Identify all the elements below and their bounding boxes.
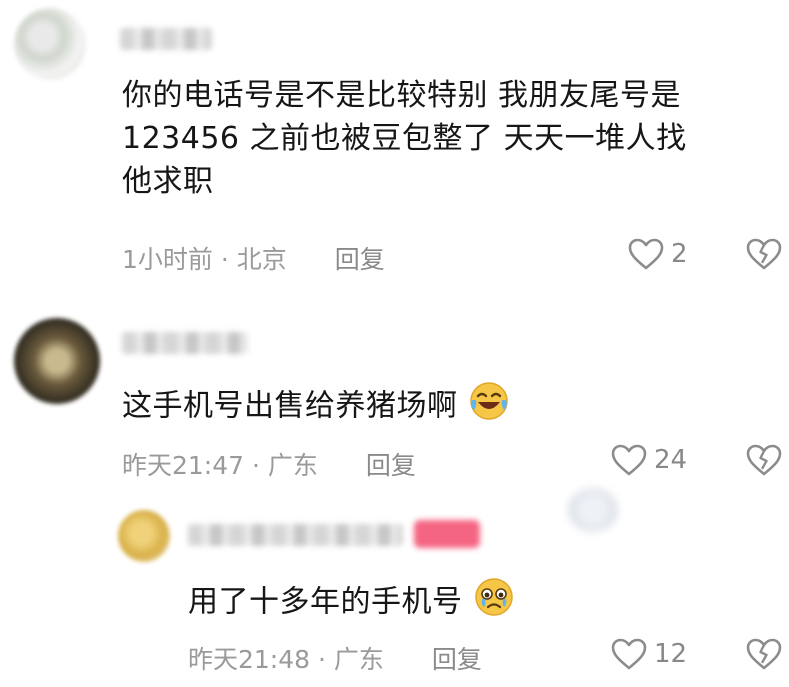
laughing-crying-emoji (468, 380, 510, 434)
username-blurred[interactable] (122, 332, 248, 354)
reply-button[interactable]: 回复 (335, 245, 385, 274)
like-count: 24 (654, 445, 688, 475)
dislike-button[interactable] (745, 237, 783, 275)
comment-meta: 昨天21:47 · 广东 回复 (122, 451, 416, 480)
reply-button[interactable]: 回复 (366, 451, 416, 480)
broken-heart-icon (746, 638, 782, 670)
timestamp: 1小时前 (122, 245, 213, 274)
timestamp: 昨天21:47 (122, 451, 245, 480)
broken-heart-icon (746, 238, 782, 270)
avatar[interactable] (118, 510, 170, 562)
sticker-blurred (568, 488, 618, 532)
comment-text: 你的电话号是不是比较特别 我朋友尾号是 123456 之前也被豆包整了 天天一堆… (122, 78, 687, 199)
teary-face-emoji (473, 576, 515, 630)
comment-meta: 昨天21:48 · 广东 回复 (188, 645, 482, 674)
dislike-button[interactable] (745, 443, 783, 481)
avatar[interactable] (14, 8, 86, 80)
location: 广东 (267, 451, 318, 480)
avatar[interactable] (14, 318, 100, 404)
like-button[interactable]: 2 (627, 237, 688, 271)
like-button[interactable]: 24 (610, 443, 687, 477)
reply-button[interactable]: 回复 (432, 645, 482, 674)
location: 北京 (236, 245, 287, 274)
timestamp: 昨天21:48 (188, 645, 311, 674)
username-blurred[interactable] (120, 28, 212, 50)
location: 广东 (333, 645, 384, 674)
heart-icon (628, 238, 664, 270)
broken-heart-icon (746, 444, 782, 476)
like-count: 12 (654, 639, 688, 669)
comment-text: 用了十多年的手机号 (188, 576, 515, 630)
author-badge-blurred (414, 520, 480, 548)
heart-icon (611, 638, 647, 670)
like-button[interactable]: 12 (610, 637, 687, 671)
heart-icon (611, 444, 647, 476)
like-count: 2 (671, 239, 688, 269)
comment-text: 这手机号出售给养猪场啊 (122, 380, 510, 434)
username-blurred[interactable] (188, 524, 403, 546)
dislike-button[interactable] (745, 637, 783, 675)
comment-meta: 1小时前 · 北京 回复 (122, 245, 385, 274)
